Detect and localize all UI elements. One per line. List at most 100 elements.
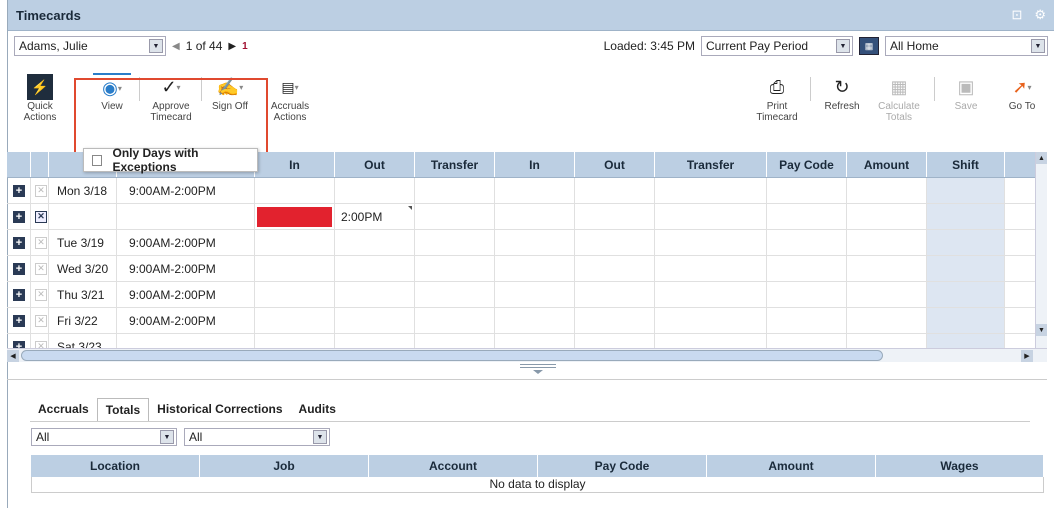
delete-row-icon[interactable]: ✕ [35, 288, 47, 301]
filter-select-2[interactable]: All ▼ [184, 428, 330, 446]
expand-row-icon[interactable]: + [13, 288, 25, 301]
horizontal-scrollbar[interactable]: ◀ ▶ [7, 348, 1047, 362]
grid-cell[interactable] [655, 230, 767, 255]
grid-cell[interactable] [767, 282, 847, 307]
out-cell[interactable] [335, 178, 415, 203]
view-menu-option[interactable]: Only Days with Exceptions [83, 146, 258, 174]
expand-row-icon[interactable]: + [13, 262, 25, 275]
grid-cell[interactable] [847, 308, 927, 333]
grid-cell[interactable] [415, 230, 495, 255]
pay-period-select[interactable]: Current Pay Period ▼ [701, 36, 853, 56]
grid-cell[interactable] [847, 256, 927, 281]
accruals-actions-button[interactable]: ▤ ▾ Accruals Actions [268, 73, 312, 124]
grid-cell[interactable] [415, 204, 495, 229]
grid-cell[interactable] [767, 178, 847, 203]
grid-cell[interactable] [575, 178, 655, 203]
expand-row-icon[interactable]: + [13, 314, 25, 327]
out-cell[interactable] [335, 282, 415, 307]
schedule-cell[interactable]: 9:00AM-2:00PM [117, 256, 255, 281]
chevron-down-icon[interactable]: ▼ [313, 430, 327, 444]
view-button[interactable]: ◉ ▾ View [92, 73, 132, 112]
table-row[interactable]: + ✕ Tue 3/19 9:00AM-2:00PM [7, 230, 1047, 256]
approve-timecard-button[interactable]: ✓ ▾ Approve Timecard [147, 73, 195, 124]
grid-cell[interactable] [575, 256, 655, 281]
chevron-down-icon[interactable]: ▼ [149, 39, 163, 53]
grid-cell[interactable] [495, 204, 575, 229]
delete-row-icon[interactable]: ✕ [35, 184, 47, 197]
date-cell[interactable]: Wed 3/20 [49, 256, 117, 281]
shift-cell[interactable] [927, 308, 1005, 333]
shift-cell[interactable] [927, 178, 1005, 203]
out-cell[interactable]: 2:00PM [335, 204, 415, 229]
grid-cell[interactable] [767, 256, 847, 281]
chevron-down-icon[interactable]: ▼ [160, 430, 174, 444]
next-record-icon[interactable]: ▶ [228, 41, 236, 52]
date-cell[interactable]: Fri 3/22 [49, 308, 117, 333]
exceptions-checkbox[interactable] [92, 154, 103, 166]
refresh-button[interactable]: ↻ Refresh [820, 73, 864, 113]
shift-cell[interactable] [927, 204, 1005, 229]
grid-cell[interactable] [495, 230, 575, 255]
scroll-thumb[interactable] [21, 350, 883, 361]
grid-cell[interactable] [415, 308, 495, 333]
grid-cell[interactable] [495, 256, 575, 281]
date-cell[interactable] [49, 204, 117, 229]
out-cell[interactable] [335, 256, 415, 281]
table-row[interactable]: + ✕ Thu 3/21 9:00AM-2:00PM [7, 282, 1047, 308]
in-cell[interactable] [255, 230, 335, 255]
grid-cell[interactable] [847, 204, 927, 229]
shift-cell[interactable] [927, 282, 1005, 307]
grid-cell[interactable] [847, 178, 927, 203]
chevron-down-icon[interactable]: ▼ [1031, 39, 1045, 53]
grid-cell[interactable] [767, 230, 847, 255]
table-row[interactable]: + ✕ Mon 3/18 9:00AM-2:00PM [7, 178, 1047, 204]
out-cell[interactable] [335, 230, 415, 255]
grid-cell[interactable] [575, 204, 655, 229]
calculate-totals-button[interactable]: ▦ Calculate Totals [874, 73, 924, 124]
scroll-left-icon[interactable]: ◀ [7, 349, 19, 362]
gear-icon[interactable]: ⚙ [1034, 7, 1046, 23]
in-cell[interactable] [255, 282, 335, 307]
in-cell[interactable] [255, 204, 335, 229]
delete-row-icon[interactable]: ✕ [35, 210, 47, 223]
grid-cell[interactable] [575, 308, 655, 333]
table-row[interactable]: + ✕ Wed 3/20 9:00AM-2:00PM [7, 256, 1047, 282]
maximize-icon[interactable]: ⊡ [1011, 7, 1022, 23]
table-row[interactable]: + ✕ 2:00PM [7, 204, 1047, 230]
grid-cell[interactable] [655, 308, 767, 333]
delete-row-icon[interactable]: ✕ [35, 262, 47, 275]
grid-cell[interactable] [655, 282, 767, 307]
schedule-cell[interactable] [117, 204, 255, 229]
save-button[interactable]: ▣ Save [948, 73, 984, 113]
delete-row-icon[interactable]: ✕ [35, 236, 47, 249]
employee-select[interactable]: Adams, Julie ▼ [14, 36, 166, 56]
filter-select-1[interactable]: All ▼ [31, 428, 177, 446]
date-cell[interactable]: Tue 3/19 [49, 230, 117, 255]
in-cell[interactable] [255, 308, 335, 333]
shift-cell[interactable] [927, 256, 1005, 281]
grid-cell[interactable] [847, 282, 927, 307]
out-cell[interactable] [335, 308, 415, 333]
grid-cell[interactable] [655, 256, 767, 281]
vertical-scrollbar[interactable]: ▲ ▼ [1035, 152, 1047, 348]
location-select[interactable]: All Home ▼ [885, 36, 1048, 56]
scroll-right-icon[interactable]: ▶ [1021, 349, 1033, 362]
grid-cell[interactable] [767, 308, 847, 333]
grid-cell[interactable] [495, 178, 575, 203]
schedule-cell[interactable]: 9:00AM-2:00PM [117, 308, 255, 333]
pane-splitter-handle[interactable] [520, 364, 556, 374]
expand-row-icon[interactable]: + [13, 210, 25, 223]
go-to-button[interactable]: ➚ ▾ Go To [1002, 73, 1042, 113]
previous-record-icon[interactable]: ◀ [172, 41, 180, 52]
schedule-cell[interactable]: 9:00AM-2:00PM [117, 282, 255, 307]
grid-cell[interactable] [575, 282, 655, 307]
expand-row-icon[interactable]: + [13, 184, 25, 197]
expand-row-icon[interactable]: + [13, 236, 25, 249]
schedule-cell[interactable]: 9:00AM-2:00PM [117, 178, 255, 203]
schedule-cell[interactable]: 9:00AM-2:00PM [117, 230, 255, 255]
print-timecard-button[interactable]: ⎙ Print Timecard [753, 73, 801, 124]
grid-cell[interactable] [655, 204, 767, 229]
grid-cell[interactable] [415, 178, 495, 203]
scroll-down-icon[interactable]: ▼ [1036, 324, 1047, 336]
tab-totals[interactable]: Totals [96, 398, 150, 422]
